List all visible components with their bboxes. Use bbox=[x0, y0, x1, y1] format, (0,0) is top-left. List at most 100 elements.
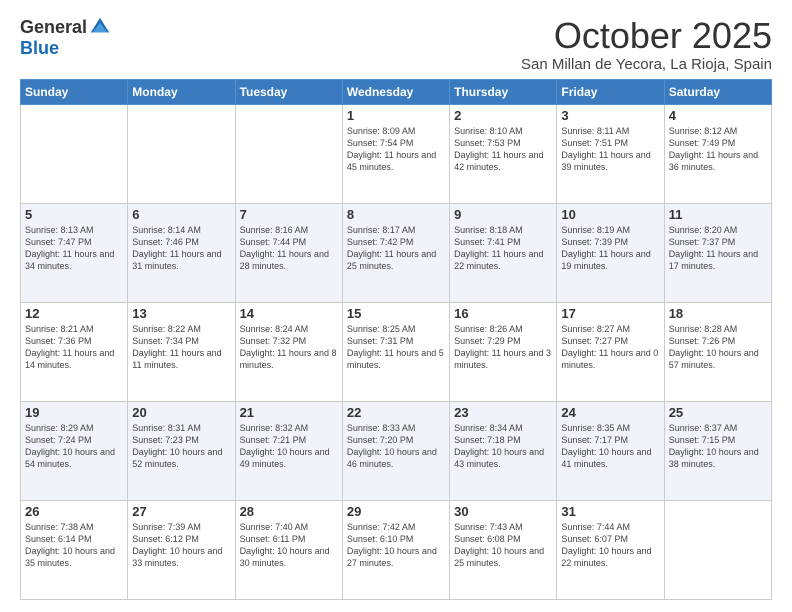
day-info: Sunrise: 8:25 AMSunset: 7:31 PMDaylight:… bbox=[347, 324, 444, 370]
logo-blue-text: Blue bbox=[20, 38, 59, 59]
day-number: 22 bbox=[347, 405, 445, 420]
day-number: 5 bbox=[25, 207, 123, 222]
week-row-4: 19 Sunrise: 8:29 AMSunset: 7:24 PMDaylig… bbox=[21, 401, 772, 500]
day-number: 17 bbox=[561, 306, 659, 321]
header-thursday: Thursday bbox=[450, 79, 557, 104]
day-cell-2-1: 5 Sunrise: 8:13 AMSunset: 7:47 PMDayligh… bbox=[21, 203, 128, 302]
day-number: 30 bbox=[454, 504, 552, 519]
day-info: Sunrise: 8:37 AMSunset: 7:15 PMDaylight:… bbox=[669, 423, 759, 469]
weekday-header-row: Sunday Monday Tuesday Wednesday Thursday… bbox=[21, 79, 772, 104]
day-number: 15 bbox=[347, 306, 445, 321]
day-info: Sunrise: 7:42 AMSunset: 6:10 PMDaylight:… bbox=[347, 522, 437, 568]
day-cell-4-6: 24 Sunrise: 8:35 AMSunset: 7:17 PMDaylig… bbox=[557, 401, 664, 500]
header-saturday: Saturday bbox=[664, 79, 771, 104]
day-info: Sunrise: 8:12 AMSunset: 7:49 PMDaylight:… bbox=[669, 126, 758, 172]
logo-general-text: General bbox=[20, 17, 87, 38]
day-info: Sunrise: 8:16 AMSunset: 7:44 PMDaylight:… bbox=[240, 225, 329, 271]
day-cell-3-3: 14 Sunrise: 8:24 AMSunset: 7:32 PMDaylig… bbox=[235, 302, 342, 401]
day-cell-3-1: 12 Sunrise: 8:21 AMSunset: 7:36 PMDaylig… bbox=[21, 302, 128, 401]
subtitle: San Millan de Yecora, La Rioja, Spain bbox=[521, 56, 772, 73]
day-cell-2-6: 10 Sunrise: 8:19 AMSunset: 7:39 PMDaylig… bbox=[557, 203, 664, 302]
day-number: 9 bbox=[454, 207, 552, 222]
day-info: Sunrise: 8:18 AMSunset: 7:41 PMDaylight:… bbox=[454, 225, 543, 271]
header-sunday: Sunday bbox=[21, 79, 128, 104]
day-cell-5-6: 31 Sunrise: 7:44 AMSunset: 6:07 PMDaylig… bbox=[557, 500, 664, 599]
day-cell-5-3: 28 Sunrise: 7:40 AMSunset: 6:11 PMDaylig… bbox=[235, 500, 342, 599]
day-number: 14 bbox=[240, 306, 338, 321]
header-friday: Friday bbox=[557, 79, 664, 104]
day-cell-5-4: 29 Sunrise: 7:42 AMSunset: 6:10 PMDaylig… bbox=[342, 500, 449, 599]
day-cell-1-3 bbox=[235, 104, 342, 203]
day-info: Sunrise: 7:40 AMSunset: 6:11 PMDaylight:… bbox=[240, 522, 330, 568]
day-number: 10 bbox=[561, 207, 659, 222]
day-number: 24 bbox=[561, 405, 659, 420]
day-info: Sunrise: 7:38 AMSunset: 6:14 PMDaylight:… bbox=[25, 522, 115, 568]
day-cell-4-5: 23 Sunrise: 8:34 AMSunset: 7:18 PMDaylig… bbox=[450, 401, 557, 500]
day-cell-2-3: 7 Sunrise: 8:16 AMSunset: 7:44 PMDayligh… bbox=[235, 203, 342, 302]
day-cell-1-7: 4 Sunrise: 8:12 AMSunset: 7:49 PMDayligh… bbox=[664, 104, 771, 203]
day-number: 2 bbox=[454, 108, 552, 123]
day-info: Sunrise: 8:09 AMSunset: 7:54 PMDaylight:… bbox=[347, 126, 436, 172]
day-number: 16 bbox=[454, 306, 552, 321]
header-wednesday: Wednesday bbox=[342, 79, 449, 104]
day-cell-2-2: 6 Sunrise: 8:14 AMSunset: 7:46 PMDayligh… bbox=[128, 203, 235, 302]
logo-text: General bbox=[20, 16, 111, 38]
week-row-2: 5 Sunrise: 8:13 AMSunset: 7:47 PMDayligh… bbox=[21, 203, 772, 302]
header-monday: Monday bbox=[128, 79, 235, 104]
calendar-table: Sunday Monday Tuesday Wednesday Thursday… bbox=[20, 79, 772, 600]
day-cell-5-1: 26 Sunrise: 7:38 AMSunset: 6:14 PMDaylig… bbox=[21, 500, 128, 599]
day-number: 13 bbox=[132, 306, 230, 321]
day-cell-4-4: 22 Sunrise: 8:33 AMSunset: 7:20 PMDaylig… bbox=[342, 401, 449, 500]
day-info: Sunrise: 8:21 AMSunset: 7:36 PMDaylight:… bbox=[25, 324, 114, 370]
header: General Blue October 2025 San Millan de … bbox=[20, 16, 772, 73]
day-info: Sunrise: 7:39 AMSunset: 6:12 PMDaylight:… bbox=[132, 522, 222, 568]
day-info: Sunrise: 8:14 AMSunset: 7:46 PMDaylight:… bbox=[132, 225, 221, 271]
day-cell-3-2: 13 Sunrise: 8:22 AMSunset: 7:34 PMDaylig… bbox=[128, 302, 235, 401]
day-cell-5-7 bbox=[664, 500, 771, 599]
day-number: 21 bbox=[240, 405, 338, 420]
day-number: 12 bbox=[25, 306, 123, 321]
day-cell-4-2: 20 Sunrise: 8:31 AMSunset: 7:23 PMDaylig… bbox=[128, 401, 235, 500]
day-info: Sunrise: 8:11 AMSunset: 7:51 PMDaylight:… bbox=[561, 126, 650, 172]
header-tuesday: Tuesday bbox=[235, 79, 342, 104]
day-info: Sunrise: 8:10 AMSunset: 7:53 PMDaylight:… bbox=[454, 126, 543, 172]
day-cell-3-4: 15 Sunrise: 8:25 AMSunset: 7:31 PMDaylig… bbox=[342, 302, 449, 401]
day-cell-1-5: 2 Sunrise: 8:10 AMSunset: 7:53 PMDayligh… bbox=[450, 104, 557, 203]
day-number: 31 bbox=[561, 504, 659, 519]
day-number: 8 bbox=[347, 207, 445, 222]
day-info: Sunrise: 8:20 AMSunset: 7:37 PMDaylight:… bbox=[669, 225, 758, 271]
day-cell-4-1: 19 Sunrise: 8:29 AMSunset: 7:24 PMDaylig… bbox=[21, 401, 128, 500]
day-number: 6 bbox=[132, 207, 230, 222]
day-info: Sunrise: 8:27 AMSunset: 7:27 PMDaylight:… bbox=[561, 324, 658, 370]
day-number: 19 bbox=[25, 405, 123, 420]
month-title: October 2025 bbox=[521, 16, 772, 56]
day-number: 20 bbox=[132, 405, 230, 420]
day-number: 26 bbox=[25, 504, 123, 519]
day-number: 28 bbox=[240, 504, 338, 519]
day-cell-4-7: 25 Sunrise: 8:37 AMSunset: 7:15 PMDaylig… bbox=[664, 401, 771, 500]
day-number: 23 bbox=[454, 405, 552, 420]
day-info: Sunrise: 8:22 AMSunset: 7:34 PMDaylight:… bbox=[132, 324, 221, 370]
day-cell-2-7: 11 Sunrise: 8:20 AMSunset: 7:37 PMDaylig… bbox=[664, 203, 771, 302]
day-cell-3-7: 18 Sunrise: 8:28 AMSunset: 7:26 PMDaylig… bbox=[664, 302, 771, 401]
title-area: October 2025 San Millan de Yecora, La Ri… bbox=[521, 16, 772, 73]
day-info: Sunrise: 8:35 AMSunset: 7:17 PMDaylight:… bbox=[561, 423, 651, 469]
day-cell-1-2 bbox=[128, 104, 235, 203]
day-cell-3-6: 17 Sunrise: 8:27 AMSunset: 7:27 PMDaylig… bbox=[557, 302, 664, 401]
day-info: Sunrise: 8:24 AMSunset: 7:32 PMDaylight:… bbox=[240, 324, 337, 370]
logo-icon bbox=[89, 16, 111, 38]
day-info: Sunrise: 8:28 AMSunset: 7:26 PMDaylight:… bbox=[669, 324, 759, 370]
day-cell-2-5: 9 Sunrise: 8:18 AMSunset: 7:41 PMDayligh… bbox=[450, 203, 557, 302]
day-info: Sunrise: 8:19 AMSunset: 7:39 PMDaylight:… bbox=[561, 225, 650, 271]
day-info: Sunrise: 8:26 AMSunset: 7:29 PMDaylight:… bbox=[454, 324, 551, 370]
day-cell-1-4: 1 Sunrise: 8:09 AMSunset: 7:54 PMDayligh… bbox=[342, 104, 449, 203]
day-info: Sunrise: 8:33 AMSunset: 7:20 PMDaylight:… bbox=[347, 423, 437, 469]
week-row-5: 26 Sunrise: 7:38 AMSunset: 6:14 PMDaylig… bbox=[21, 500, 772, 599]
day-number: 3 bbox=[561, 108, 659, 123]
day-info: Sunrise: 7:44 AMSunset: 6:07 PMDaylight:… bbox=[561, 522, 651, 568]
day-number: 25 bbox=[669, 405, 767, 420]
day-number: 29 bbox=[347, 504, 445, 519]
week-row-3: 12 Sunrise: 8:21 AMSunset: 7:36 PMDaylig… bbox=[21, 302, 772, 401]
day-info: Sunrise: 8:17 AMSunset: 7:42 PMDaylight:… bbox=[347, 225, 436, 271]
day-cell-4-3: 21 Sunrise: 8:32 AMSunset: 7:21 PMDaylig… bbox=[235, 401, 342, 500]
